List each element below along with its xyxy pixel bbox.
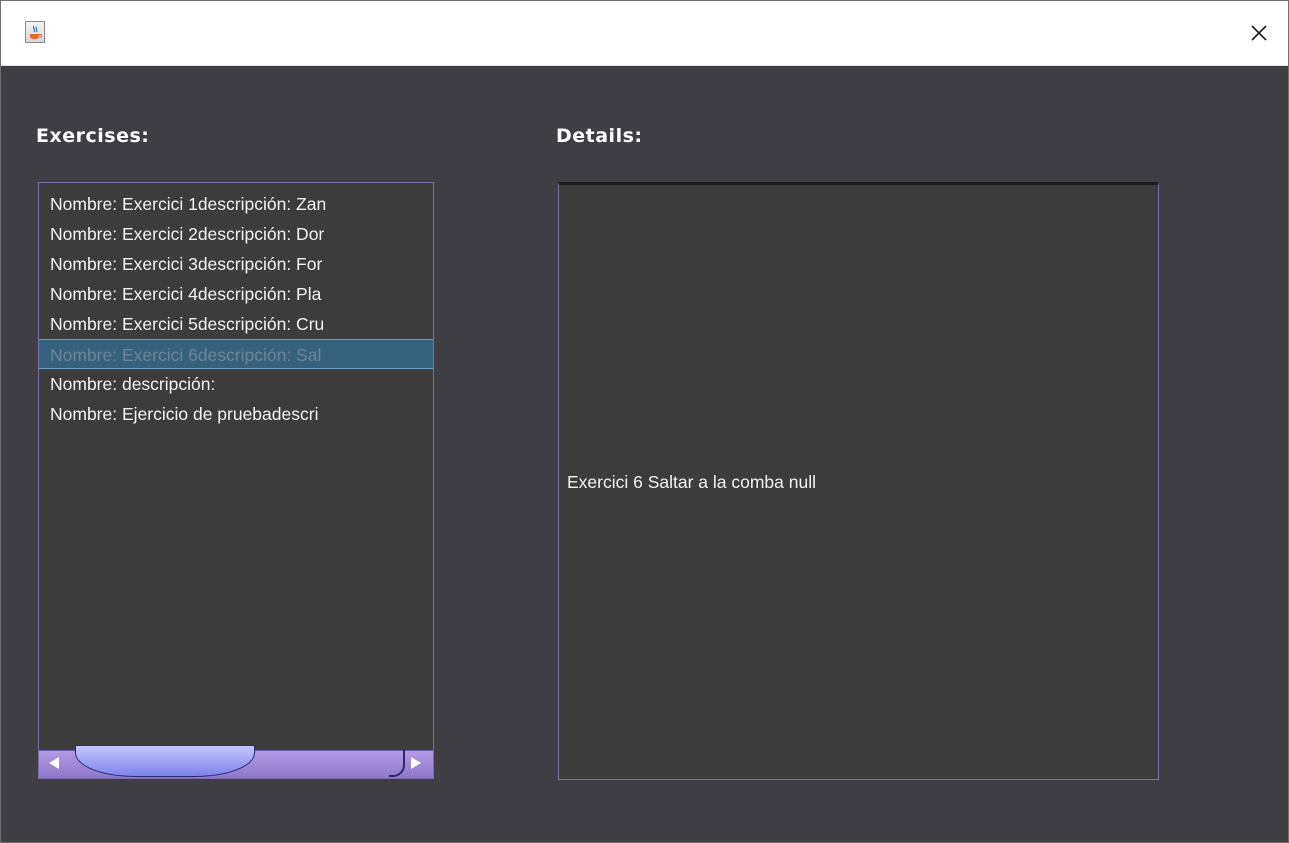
exercises-list[interactable]: Nombre: Exercici 1descripción: Zan Nombre… [39, 189, 433, 749]
list-item[interactable]: Nombre: descripción: [39, 369, 433, 399]
list-item[interactable]: Nombre: Exercici 6descripción: Sal [39, 339, 433, 369]
exercises-list-panel: Nombre: Exercici 1descripción: Zan Nombre… [38, 182, 434, 779]
scrollbar-thumb[interactable] [75, 745, 255, 777]
close-button[interactable] [1230, 1, 1288, 65]
list-item[interactable]: Nombre: Exercici 3descripción: For [39, 249, 433, 279]
app-window: Exercises: Details: Nombre: Exercici 1de… [0, 0, 1289, 843]
list-item[interactable]: Nombre: Exercici 1descripción: Zan [39, 189, 433, 219]
list-item[interactable]: Nombre: Exercici 5descripción: Cru [39, 309, 433, 339]
details-text: Exercici 6 Saltar a la comba null [567, 472, 816, 492]
scrollbar-track-end [389, 749, 405, 777]
horizontal-scrollbar[interactable] [39, 745, 433, 778]
exercises-heading: Exercises: [36, 125, 150, 147]
details-panel: Exercici 6 Saltar a la comba null [558, 182, 1159, 780]
details-heading: Details: [556, 125, 643, 147]
list-item[interactable]: Nombre: Ejercicio de pruebadescri [39, 399, 433, 429]
list-item[interactable]: Nombre: Exercici 4descripción: Pla [39, 279, 433, 309]
java-cup-icon [25, 21, 45, 43]
scroll-right-arrow-icon[interactable] [411, 757, 421, 769]
close-icon [1251, 25, 1267, 41]
scroll-left-arrow-icon[interactable] [49, 757, 59, 769]
list-item[interactable]: Nombre: Exercici 2descripción: Dor [39, 219, 433, 249]
title-bar [1, 1, 1288, 66]
